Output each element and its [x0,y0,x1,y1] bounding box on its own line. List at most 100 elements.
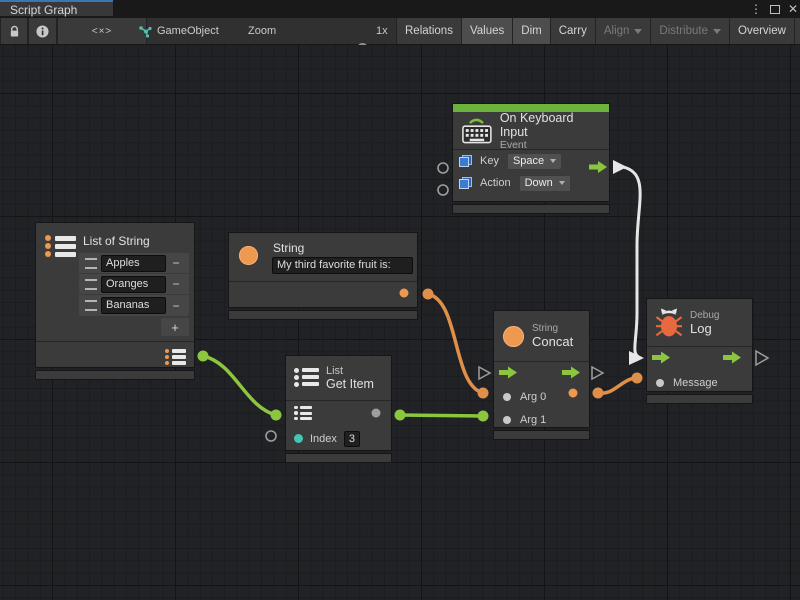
list-item-input[interactable]: Apples [101,255,166,272]
relations-button[interactable]: Relations [396,18,461,44]
wire-knob[interactable] [478,388,489,399]
node-footer [285,453,392,463]
arg0-port-dot[interactable] [503,393,511,401]
wire-knob[interactable] [478,411,489,422]
remove-item-button[interactable]: − [166,256,186,270]
index-input[interactable]: 3 [344,431,360,447]
list-item-input[interactable]: Bananas [101,297,166,314]
unconnected-port-circle[interactable] [438,185,448,195]
wire-knob[interactable] [395,410,406,421]
key-dropdown[interactable]: Space [507,153,562,170]
toolbar-buttons: Relations Values Dim Carry Align Distrib… [396,18,800,44]
wire-knob[interactable] [593,388,604,399]
list-item-row: Oranges − [79,274,189,295]
graph-canvas[interactable]: On Keyboard Input Event Key Space Action… [0,45,800,600]
zoom-value: 1x [376,18,388,44]
align-button[interactable]: Align [595,18,651,44]
drag-handle-icon[interactable] [85,300,97,311]
bug-icon [656,308,682,338]
wire-list-to-getitem[interactable] [203,356,276,415]
edit-code-button[interactable]: <×> [57,18,147,44]
node-title: Log [690,321,719,336]
message-port-dot[interactable] [656,379,664,387]
keycode-icon [459,155,472,167]
node-debug-log[interactable]: Debug Log Message [646,298,753,392]
lock-icon [9,25,20,38]
node-title: Concat [532,334,573,349]
drag-handle-icon[interactable] [85,279,97,290]
node-title: List of String [83,234,150,248]
fullscreen-button[interactable]: Full Screen [794,18,800,44]
chevron-down-icon [559,181,565,185]
maximize-icon[interactable] [770,5,780,14]
unconnected-port-circle[interactable] [438,163,448,173]
wire-concat-to-log[interactable] [598,378,637,393]
carry-button[interactable]: Carry [550,18,595,44]
list-icon [45,235,76,259]
distribute-button[interactable]: Distribute [650,18,729,44]
control-output-arrow[interactable] [613,160,627,174]
dim-button[interactable]: Dim [512,18,549,44]
node-title: Get Item [326,377,374,391]
list-input-port-icon[interactable] [294,406,312,423]
list-output-icon [165,349,186,367]
wire-knob[interactable] [271,410,282,421]
control-flow-row [647,347,752,371]
node-list-get-item[interactable]: List Get Item Index 3 [285,355,392,451]
node-title: String [273,241,304,255]
zoom-label: Zoom [248,18,276,44]
wire-string-to-concat[interactable] [428,294,483,393]
arg1-port-dot[interactable] [503,416,511,424]
node-footer [452,204,610,214]
list-item-row: Apples − [79,253,189,274]
lock-button[interactable] [0,18,28,44]
node-string-concat[interactable]: String Concat Arg 0 Arg 1 [493,310,590,428]
string-icon [239,246,258,265]
unconnected-control-triangle[interactable] [756,351,768,365]
arg1-label: Arg 1 [520,414,546,426]
wire-knob[interactable] [632,373,643,384]
close-icon[interactable]: ✕ [788,0,798,18]
node-string-literal[interactable]: String My third favorite fruit is: [228,232,418,308]
string-icon [503,326,524,347]
menu-icon[interactable]: ⋮ [750,0,762,18]
list-icon [294,368,319,389]
values-button[interactable]: Values [461,18,512,44]
add-item-button[interactable]: + [161,318,189,336]
overview-button[interactable]: Overview [729,18,794,44]
control-flow-row [494,362,589,385]
node-on-keyboard-input[interactable]: On Keyboard Input Event Key Space Action… [452,103,610,202]
node-title: On Keyboard Input [500,111,601,139]
wire-knob[interactable] [198,351,209,362]
action-dropdown[interactable]: Down [519,175,571,192]
unconnected-control-triangle[interactable] [479,367,490,379]
info-icon [36,25,49,38]
info-button[interactable] [28,18,57,44]
node-footer [493,430,590,440]
string-value-input[interactable]: My third favorite fruit is: [272,257,413,274]
wire-keyboard-to-log[interactable] [623,167,641,358]
code-icon: <×> [92,26,113,37]
window-controls: ⋮ ✕ [750,0,798,18]
unconnected-control-triangle[interactable] [592,367,603,379]
index-port-dot[interactable] [294,434,303,443]
node-list-of-string[interactable]: List of String Apples − Oranges − Banana… [35,222,195,368]
chevron-down-icon [550,159,556,163]
node-subtitle: Event [500,139,601,151]
list-item-input[interactable]: Oranges [101,276,166,293]
keyboard-icon [461,115,493,147]
remove-item-button[interactable]: − [166,299,186,313]
wire-knob[interactable] [423,289,434,300]
action-port-label: Action [480,177,511,189]
control-input-arrow[interactable] [629,351,644,365]
remove-item-button[interactable]: − [166,277,186,291]
drag-handle-icon[interactable] [85,258,97,269]
unconnected-port-circle[interactable] [266,431,276,441]
action-icon [459,177,472,189]
chevron-down-icon [634,29,642,34]
tab-script-graph[interactable]: Script Graph [0,0,113,16]
arg0-label: Arg 0 [520,391,546,403]
node-footer [646,394,753,404]
key-port-label: Key [480,155,499,167]
wire-getitem-to-concat[interactable] [400,415,483,416]
